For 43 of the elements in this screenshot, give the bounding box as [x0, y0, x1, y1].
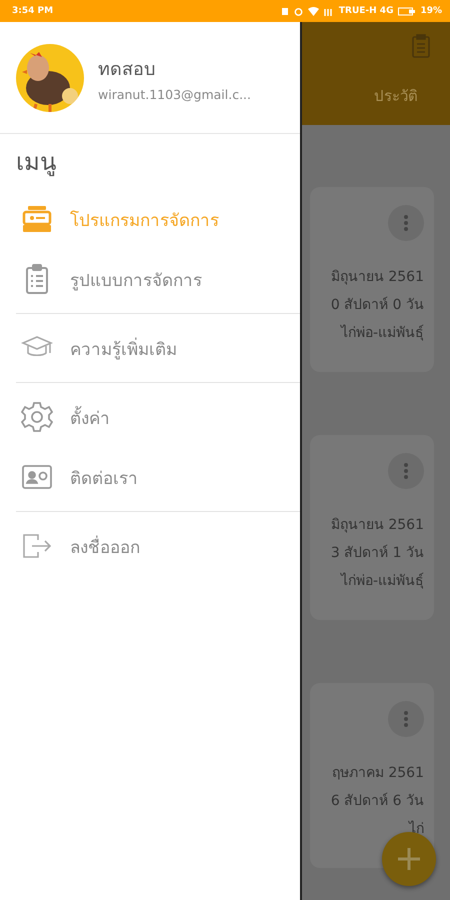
program-icon	[22, 205, 52, 233]
card-text: 0 สัปดาห์ 0 วัน	[330, 296, 424, 315]
signal-icon	[324, 6, 334, 16]
record-card[interactable]: ฤษภาคม 2561 6 สัปดาห์ 6 วัน ไก่	[310, 683, 434, 868]
menu-item[interactable]: ลงชื่อออก	[16, 516, 300, 576]
clipboard-icon	[25, 264, 49, 294]
card-text: มิถุนายน 2561	[330, 516, 424, 535]
more-options-button[interactable]	[388, 701, 424, 737]
card-text: ไก่พ่อ-แม่พันธุ์	[340, 572, 424, 591]
status-time: 3:54 PM	[12, 6, 54, 16]
wifi-icon	[308, 6, 319, 16]
add-button[interactable]	[382, 832, 436, 886]
card-text: ไก่พ่อ-แม่พันธุ์	[340, 324, 424, 343]
menu-item[interactable]: ติดต่อเรา	[16, 447, 300, 507]
card-text: 3 สัปดาห์ 1 วัน	[330, 544, 424, 563]
user-name: ทดสอบ	[98, 58, 156, 82]
alarm-icon	[294, 6, 303, 16]
battery-percent: 19%	[420, 6, 442, 16]
card-text: มิถุนายน 2561	[330, 268, 424, 287]
record-card[interactable]: มิถุนายน 2561 3 สัปดาห์ 1 วัน ไก่พ่อ-แม่พันธุ์	[310, 435, 434, 620]
more-options-button[interactable]	[388, 453, 424, 489]
contact-card-icon	[22, 464, 52, 490]
clipboard-icon[interactable]	[412, 34, 430, 58]
menu-title: เมนู	[15, 147, 57, 178]
more-options-button[interactable]	[388, 205, 424, 241]
menu-item[interactable]: รูปแบบการจัดการ	[16, 249, 300, 309]
user-email: wiranut.1103@gmail.c...	[98, 86, 252, 102]
history-tab[interactable]: ประวัติ	[374, 84, 418, 108]
plus-icon	[398, 848, 420, 870]
menu-item[interactable]: ตั้งค่า	[16, 387, 300, 447]
logout-icon	[22, 533, 52, 559]
card-text: 6 สัปดาห์ 6 วัน	[330, 792, 424, 811]
menu-item[interactable]: โปรแกรมการจัดการ	[16, 189, 300, 249]
battery-icon	[398, 6, 416, 16]
carrier-label: TRUE-H 4G	[338, 6, 394, 16]
kebab-icon	[404, 215, 408, 231]
record-card[interactable]: มิถุนายน 2561 0 สัปดาห์ 0 วัน ไก่พ่อ-แม่พันธุ์	[310, 187, 434, 372]
menu-item[interactable]: ความรู้เพิ่มเติม	[16, 318, 300, 378]
kebab-icon	[404, 711, 408, 727]
card-text: ฤษภาคม 2561	[332, 764, 424, 783]
settings-icon	[21, 401, 53, 433]
kebab-icon	[404, 463, 408, 479]
card-text: ไก่	[409, 820, 424, 839]
